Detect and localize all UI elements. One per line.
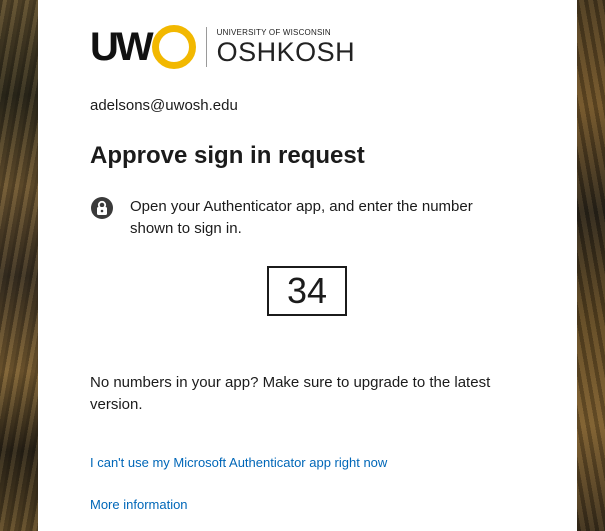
upgrade-note: No numbers in your app? Make sure to upg… xyxy=(90,374,491,413)
background-right xyxy=(577,0,605,531)
logo-name: OSHKOSH xyxy=(216,36,356,67)
verification-number: 34 xyxy=(267,266,347,316)
authenticator-lock-icon xyxy=(90,196,114,220)
background-left xyxy=(0,0,38,531)
cant-use-authenticator-link[interactable]: I can't use my Microsoft Authenticator a… xyxy=(90,455,387,470)
logo-subtitle: UNIVERSITY OF WISCONSIN xyxy=(216,27,331,37)
logo-divider xyxy=(205,27,207,67)
logo-wordmark: UNIVERSITY OF WISCONSIN OSHKOSH xyxy=(216,27,356,67)
sign-in-card: UW UNIVERSITY OF WISCONSIN OSHKOSH adels… xyxy=(38,0,577,531)
account-email: adelsons@uwosh.edu xyxy=(90,97,238,114)
logo-o-ring xyxy=(151,25,196,69)
logo-letters: UW xyxy=(90,25,154,69)
university-logo: UW UNIVERSITY OF WISCONSIN OSHKOSH xyxy=(90,24,355,70)
more-information-link[interactable]: More information xyxy=(90,497,188,512)
instruction-text: Open your Authenticator app, and enter t… xyxy=(130,198,473,237)
page-title: Approve sign in request xyxy=(90,142,365,169)
logo-mark: UW xyxy=(90,25,196,69)
